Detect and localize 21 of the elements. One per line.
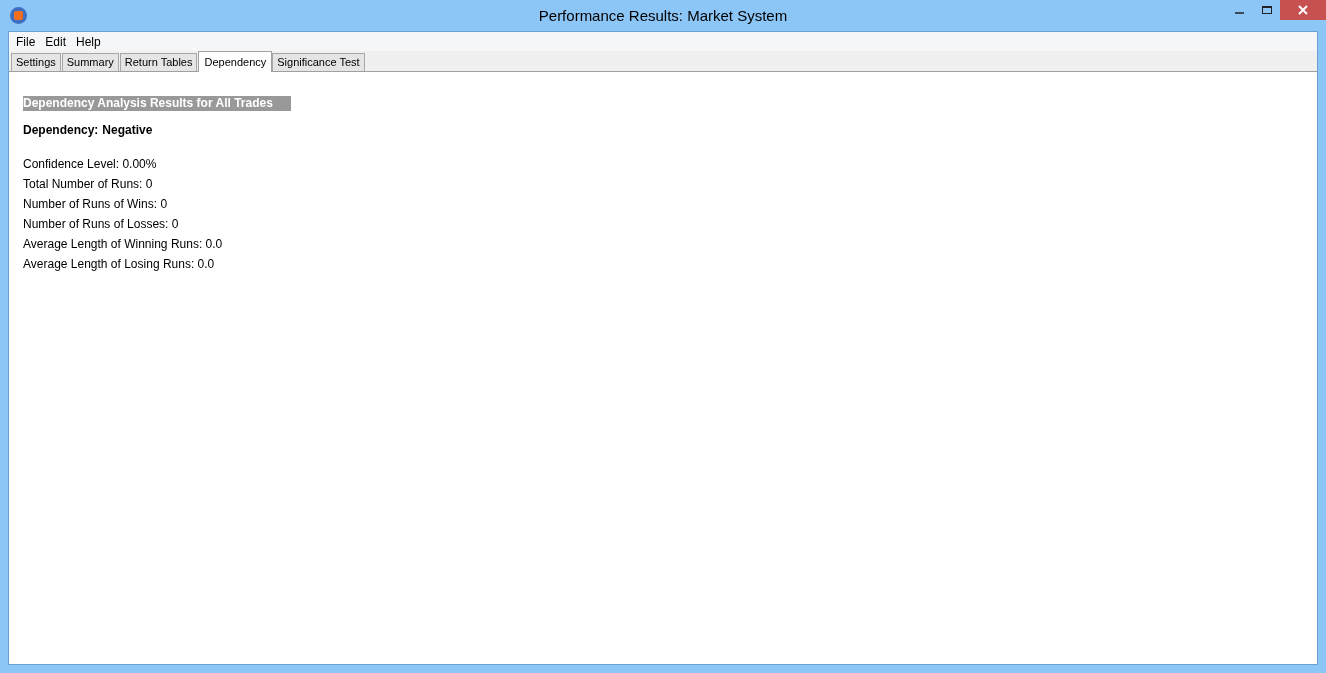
- tab[interactable]: Dependency: [198, 51, 273, 72]
- window-title: Performance Results: Market System: [538, 6, 788, 24]
- dependency-label: Dependency:: [23, 122, 99, 139]
- close-icon: [1298, 5, 1308, 15]
- stat-line: Average Length of Winning Runs: 0.0: [23, 236, 224, 253]
- section-heading: Dependency Analysis Results for All Trades: [23, 96, 291, 111]
- tab[interactable]: Significance Test: [272, 53, 365, 71]
- stat-line: Number of Runs of Wins: 0: [23, 196, 169, 213]
- stat-line: Number of Runs of Losses: 0: [23, 216, 180, 233]
- stat-line: Total Number of Runs: 0: [23, 176, 154, 193]
- stat-line: Confidence Level: 0.00%: [23, 156, 158, 173]
- app-logo-icon: [10, 7, 27, 24]
- stat-line: Average Length of Losing Runs: 0.0: [23, 256, 216, 273]
- tab[interactable]: Summary: [61, 53, 119, 71]
- tab[interactable]: Return Tables: [119, 53, 198, 71]
- tab[interactable]: Settings: [11, 53, 61, 71]
- menu-item[interactable]: File: [11, 32, 41, 51]
- close-button[interactable]: [1280, 0, 1326, 20]
- menu-item[interactable]: Help: [71, 32, 106, 51]
- menu-item[interactable]: Edit: [40, 32, 72, 51]
- dependency-value: Negative: [102, 122, 153, 139]
